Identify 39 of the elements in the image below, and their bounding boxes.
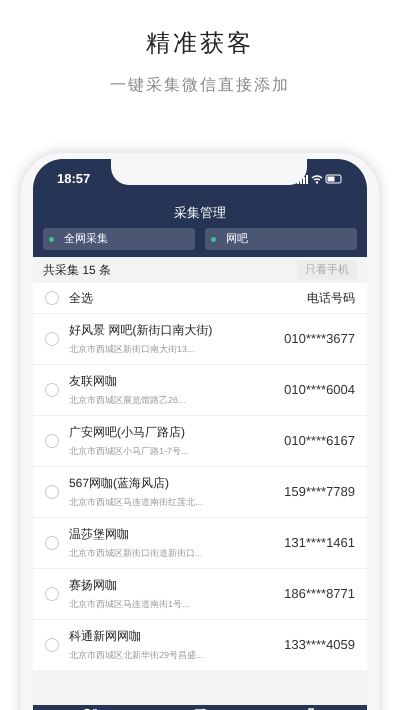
venue-name: 科通新网网咖 [69, 628, 142, 646]
phone-number: 010****6167 [284, 432, 355, 450]
venue-name: 广安网吧(小马厂路店) [69, 424, 186, 442]
venue-address: 北京市西城区北新华街29号昌盛... [69, 649, 205, 662]
status-time: 18:57 [57, 170, 90, 188]
filter-dropdown[interactable]: 全网采集 [43, 228, 195, 250]
select-all-checkbox[interactable] [45, 291, 59, 305]
row-checkbox[interactable] [45, 434, 59, 448]
phone-number: 010****6004 [284, 381, 355, 400]
filter-dropdown[interactable]: 网吧 [205, 228, 357, 250]
row-checkbox[interactable] [45, 332, 59, 346]
phone-number: 131****1461 [284, 534, 355, 552]
venue-address: 北京市西城区新街口街道新街口... [69, 547, 204, 560]
row-checkbox[interactable] [45, 536, 59, 550]
collected-count: 共采集 15 条 [43, 262, 112, 279]
venue-address: 北京市西城区展览馆路乙26... [69, 394, 187, 408]
status-icons [297, 174, 343, 184]
phone-number: 133****4059 [284, 636, 355, 654]
venue-name: 友联网咖 [69, 373, 118, 390]
headline: 精准获客 [146, 29, 254, 59]
column-header: 电话号码 [307, 290, 355, 307]
phone-number: 010****3677 [284, 330, 355, 348]
venue-address: 北京市西城区新街口南大街13... [69, 343, 196, 356]
row-checkbox[interactable] [45, 587, 59, 601]
venue-address: 北京市西城区马连道南街红莲北... [69, 496, 204, 510]
subheadline: 一键采集微信直接添加 [110, 76, 290, 96]
row-checkbox[interactable] [45, 485, 59, 499]
venue-name: 温莎堡网咖 [69, 526, 130, 544]
venue-name: 567网咖(蓝海风店) [69, 475, 170, 492]
phone-number: 186****8771 [284, 585, 355, 604]
screen-title: 采集管理 [173, 204, 227, 222]
venue-name: 赛扬网咖 [69, 577, 118, 594]
venue-address: 北京市西城区马连道南街1号... [69, 598, 191, 612]
phone-number: 159****7789 [284, 483, 355, 502]
select-all-label: 全选 [69, 290, 93, 307]
venue-name: 好风景 网吧(新街口南大街) [69, 322, 214, 340]
row-checkbox[interactable] [45, 383, 59, 397]
venue-address: 北京市西城区小马厂路1-7号... [69, 445, 190, 458]
row-checkbox[interactable] [45, 638, 59, 652]
